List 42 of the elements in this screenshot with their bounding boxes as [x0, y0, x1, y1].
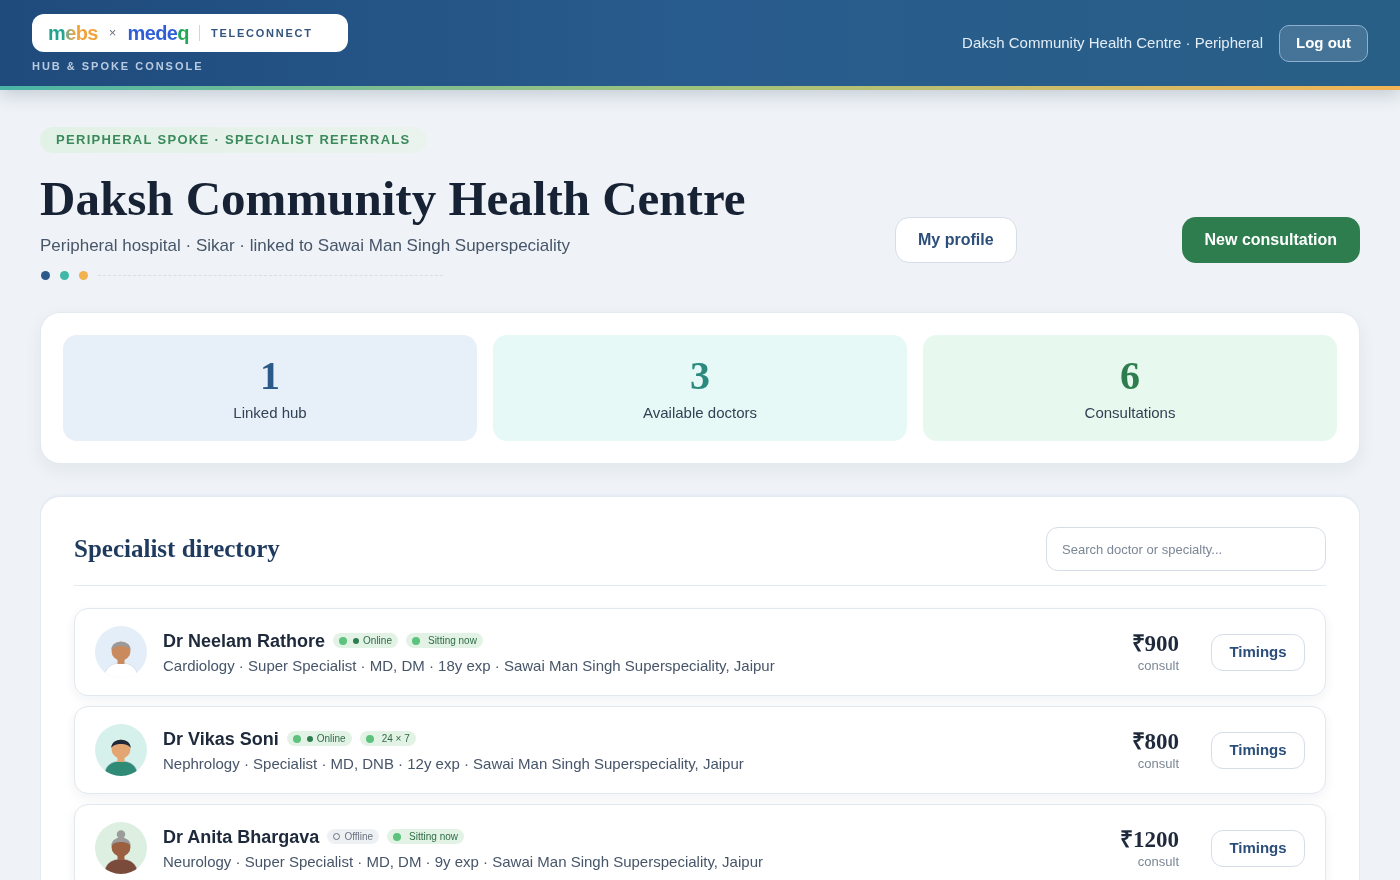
doctor-name: Dr Vikas Soni	[163, 727, 279, 751]
status-label: Offline	[344, 830, 374, 843]
stat-label: Available doctors	[643, 402, 757, 423]
section-eyebrow: PERIPHERAL SPOKE · SPECIALIST REFERRALS	[40, 127, 427, 153]
avatar-icon	[95, 822, 147, 874]
page-title: Daksh Community Health Centre	[40, 171, 746, 227]
stat-label: Consultations	[1084, 402, 1176, 423]
avatar-icon	[95, 626, 147, 678]
consult-fee: ₹1200	[1120, 826, 1179, 853]
doctor-details: Neurology · Super Specialist · MD, DM · 9y exp · Sawai Man Singh Superspeciality, Jaipur	[163, 851, 763, 872]
doctor-details: Nephrology · Specialist · MD, DNB · 12y exp · Sawai Man Singh Superspeciality, Jaipur	[163, 753, 744, 774]
fee-label: consult	[1137, 656, 1179, 674]
doctor-name: Dr Anita Bhargava	[163, 825, 320, 849]
product-name: TELECONNECT	[210, 25, 313, 41]
consult-fee: ₹800	[1131, 728, 1179, 755]
availability-label: Sitting now	[427, 634, 477, 647]
timings-button[interactable]: Timings	[1211, 731, 1305, 769]
new-consultation-button[interactable]: New consultation	[1181, 217, 1360, 263]
logout-button[interactable]: Log out	[1279, 24, 1368, 62]
avatar-icon	[95, 724, 147, 776]
stat-value: 3	[690, 353, 710, 398]
facility-label: Daksh Community Health Centre · Peripheral	[962, 32, 1263, 53]
logo-separator: ×	[108, 24, 117, 43]
stat-value: 1	[260, 353, 280, 398]
search-field[interactable]: Search doctor or specialty...	[1046, 527, 1326, 571]
availability-label: 24 × 7	[381, 732, 410, 745]
fee-label: consult	[1137, 852, 1179, 870]
timings-button[interactable]: Timings	[1211, 633, 1305, 671]
doctor-name: Dr Neelam Rathore	[163, 629, 326, 653]
status-label: Online	[316, 732, 346, 745]
consult-fee: ₹900	[1131, 630, 1179, 657]
directory-title: Specialist directory	[74, 534, 280, 564]
status-label: Online	[363, 634, 392, 647]
page-subtitle: Peripheral hospital · Sikar · linked to Sawai Man Singh Superspeciality	[40, 235, 571, 257]
doctor-details: Cardiology · Super Specialist · MD, DM · 18y exp · Sawai Man Singh Superspeciality, Jaipur	[163, 655, 775, 676]
fee-label: consult	[1137, 754, 1179, 772]
stat-value: 6	[1120, 353, 1140, 398]
console-label: HUB & SPOKE CONSOLE	[32, 59, 205, 73]
timings-button[interactable]: Timings	[1211, 829, 1305, 867]
availability-label: Sitting now	[409, 830, 459, 843]
profile-button[interactable]: My profile	[895, 217, 1017, 263]
stat-label: Linked hub	[233, 402, 307, 423]
